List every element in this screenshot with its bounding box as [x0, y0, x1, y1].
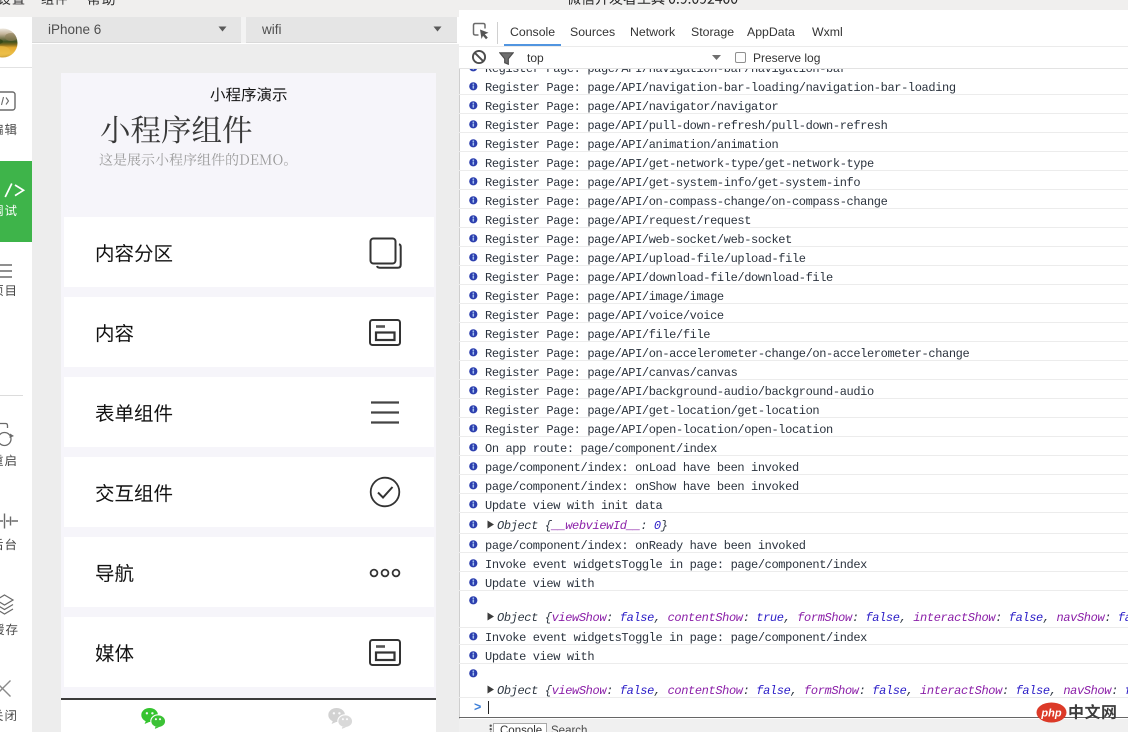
svg-text:php: php: [1040, 708, 1061, 720]
